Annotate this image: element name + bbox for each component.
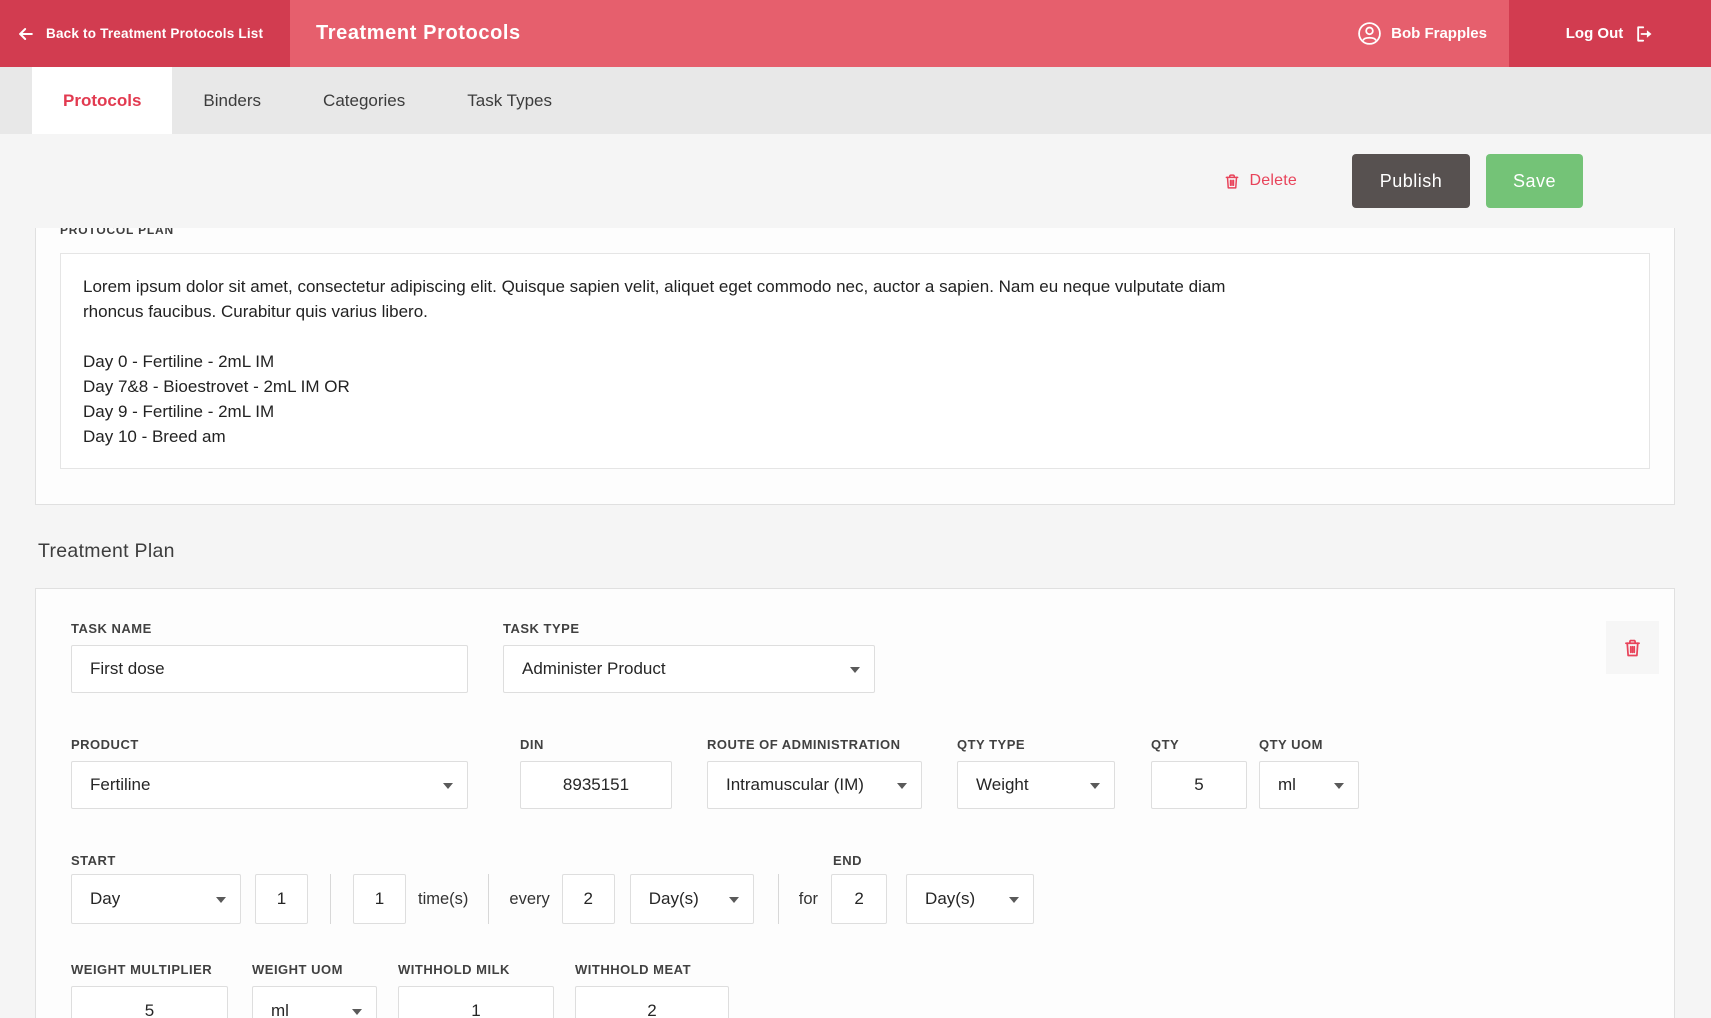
chevron-down-icon [897, 783, 907, 789]
weight-uom-select[interactable]: ml [252, 986, 377, 1018]
end-label: END [833, 853, 862, 868]
end-field: END [831, 874, 887, 924]
end-unit-select[interactable]: Day(s) [906, 874, 1034, 924]
withhold-milk-input[interactable] [398, 986, 554, 1018]
withhold-milk-label: WITHHOLD MILK [398, 962, 554, 977]
weight-multiplier-input[interactable] [71, 986, 228, 1018]
every-value-input[interactable] [562, 874, 615, 924]
divider [488, 874, 489, 924]
chevron-down-icon [1009, 897, 1019, 903]
app-screen: Back to Treatment Protocols List Treatme… [0, 0, 1711, 1018]
back-link[interactable]: Back to Treatment Protocols List [0, 0, 290, 67]
qty-type-label: QTY TYPE [957, 737, 1115, 752]
qty-input[interactable] [1151, 761, 1247, 809]
treatment-plan-heading: Treatment Plan [38, 540, 175, 563]
trash-icon [1622, 637, 1643, 659]
save-button[interactable]: Save [1486, 154, 1583, 208]
delete-button-label: Delete [1250, 172, 1297, 190]
task-type-label: TASK TYPE [503, 621, 875, 636]
back-link-label: Back to Treatment Protocols List [46, 26, 263, 41]
start-unit-select[interactable]: Day [71, 874, 241, 924]
route-label: ROUTE OF ADMINISTRATION [707, 737, 922, 752]
times-input[interactable] [353, 874, 406, 924]
qty-label: QTY [1151, 737, 1247, 752]
chevron-down-icon [352, 1009, 362, 1015]
times-label: time(s) [418, 874, 468, 924]
logout-icon [1634, 24, 1654, 44]
chevron-down-icon [1334, 783, 1344, 789]
user-menu[interactable]: Bob Frapples [1357, 0, 1509, 67]
tab-protocols[interactable]: Protocols [32, 67, 172, 134]
task-name-label: TASK NAME [71, 621, 468, 636]
task-row-1: TASK NAME TASK TYPE Administer Product [71, 621, 1674, 693]
tab-binders[interactable]: Binders [172, 67, 292, 134]
qty-uom-select[interactable]: ml [1259, 761, 1359, 809]
withhold-meat-label: WITHHOLD MEAT [575, 962, 729, 977]
user-name: Bob Frapples [1391, 25, 1487, 42]
task-row-4: WEIGHT MULTIPLIER WEIGHT UOM ml WITHHOLD… [71, 962, 1674, 1018]
withhold-milk-field: WITHHOLD MILK [398, 962, 554, 1018]
chevron-down-icon [216, 897, 226, 903]
task-row-2: PRODUCT Fertiline DIN ROUTE OF ADMINISTR… [71, 737, 1674, 809]
weight-uom-field: WEIGHT UOM ml [252, 962, 377, 1018]
every-unit-select[interactable]: Day(s) [630, 874, 754, 924]
tab-bar: Protocols Binders Categories Task Types [0, 67, 1711, 134]
chevron-down-icon [1090, 783, 1100, 789]
qty-type-select[interactable]: Weight [957, 761, 1115, 809]
back-arrow-icon [16, 24, 36, 44]
protocol-plan-textarea[interactable]: Lorem ipsum dolor sit amet, consectetur … [60, 253, 1650, 469]
din-label: DIN [520, 737, 672, 752]
start-label: START [71, 853, 116, 868]
divider [778, 874, 779, 924]
treatment-task-card: TASK NAME TASK TYPE Administer Product P… [35, 588, 1675, 1018]
qty-type-field: QTY TYPE Weight [957, 737, 1115, 809]
tab-task-types[interactable]: Task Types [436, 67, 583, 134]
chevron-down-icon [850, 667, 860, 673]
end-value-input[interactable] [831, 874, 887, 924]
task-type-field: TASK TYPE Administer Product [503, 621, 875, 693]
product-label: PRODUCT [71, 737, 468, 752]
app-header: Back to Treatment Protocols List Treatme… [0, 0, 1711, 67]
protocol-plan-card: PROTOCOL PLAN Lorem ipsum dolor sit amet… [35, 205, 1675, 505]
product-field: PRODUCT Fertiline [71, 737, 468, 809]
product-select[interactable]: Fertiline [71, 761, 468, 809]
header-right: Bob Frapples Log Out [1357, 0, 1711, 67]
logout-button[interactable]: Log Out [1509, 0, 1711, 67]
for-label: for [799, 874, 818, 924]
action-toolbar: Delete Publish Save [0, 134, 1711, 228]
task-name-field: TASK NAME [71, 621, 468, 693]
din-field: DIN [520, 737, 672, 809]
weight-uom-label: WEIGHT UOM [252, 962, 377, 977]
task-type-select[interactable]: Administer Product [503, 645, 875, 693]
route-field: ROUTE OF ADMINISTRATION Intramuscular (I… [707, 737, 922, 809]
qty-uom-label: QTY UOM [1259, 737, 1359, 752]
route-select[interactable]: Intramuscular (IM) [707, 761, 922, 809]
chevron-down-icon [443, 783, 453, 789]
weight-multiplier-field: WEIGHT MULTIPLIER [71, 962, 228, 1018]
logout-label: Log Out [1566, 25, 1623, 42]
tab-bar-spacer [0, 67, 32, 134]
tab-categories[interactable]: Categories [292, 67, 436, 134]
delete-button[interactable]: Delete [1223, 172, 1297, 191]
start-value-input[interactable] [255, 874, 308, 924]
trash-icon [1223, 172, 1241, 191]
page-title: Treatment Protocols [316, 22, 521, 45]
every-label: every [509, 874, 549, 924]
task-row-schedule: START Day time(s) every Day(s) for END [71, 853, 1674, 924]
task-name-input[interactable] [71, 645, 468, 693]
qty-uom-field: QTY UOM ml [1259, 737, 1359, 809]
chevron-down-icon [729, 897, 739, 903]
withhold-meat-field: WITHHOLD MEAT [575, 962, 729, 1018]
divider [330, 874, 331, 924]
din-input[interactable] [520, 761, 672, 809]
qty-field: QTY [1151, 737, 1247, 809]
publish-button[interactable]: Publish [1352, 154, 1470, 208]
withhold-meat-input[interactable] [575, 986, 729, 1018]
task-delete-button[interactable] [1606, 621, 1659, 674]
user-avatar-icon [1357, 21, 1382, 46]
weight-multiplier-label: WEIGHT MULTIPLIER [71, 962, 228, 977]
